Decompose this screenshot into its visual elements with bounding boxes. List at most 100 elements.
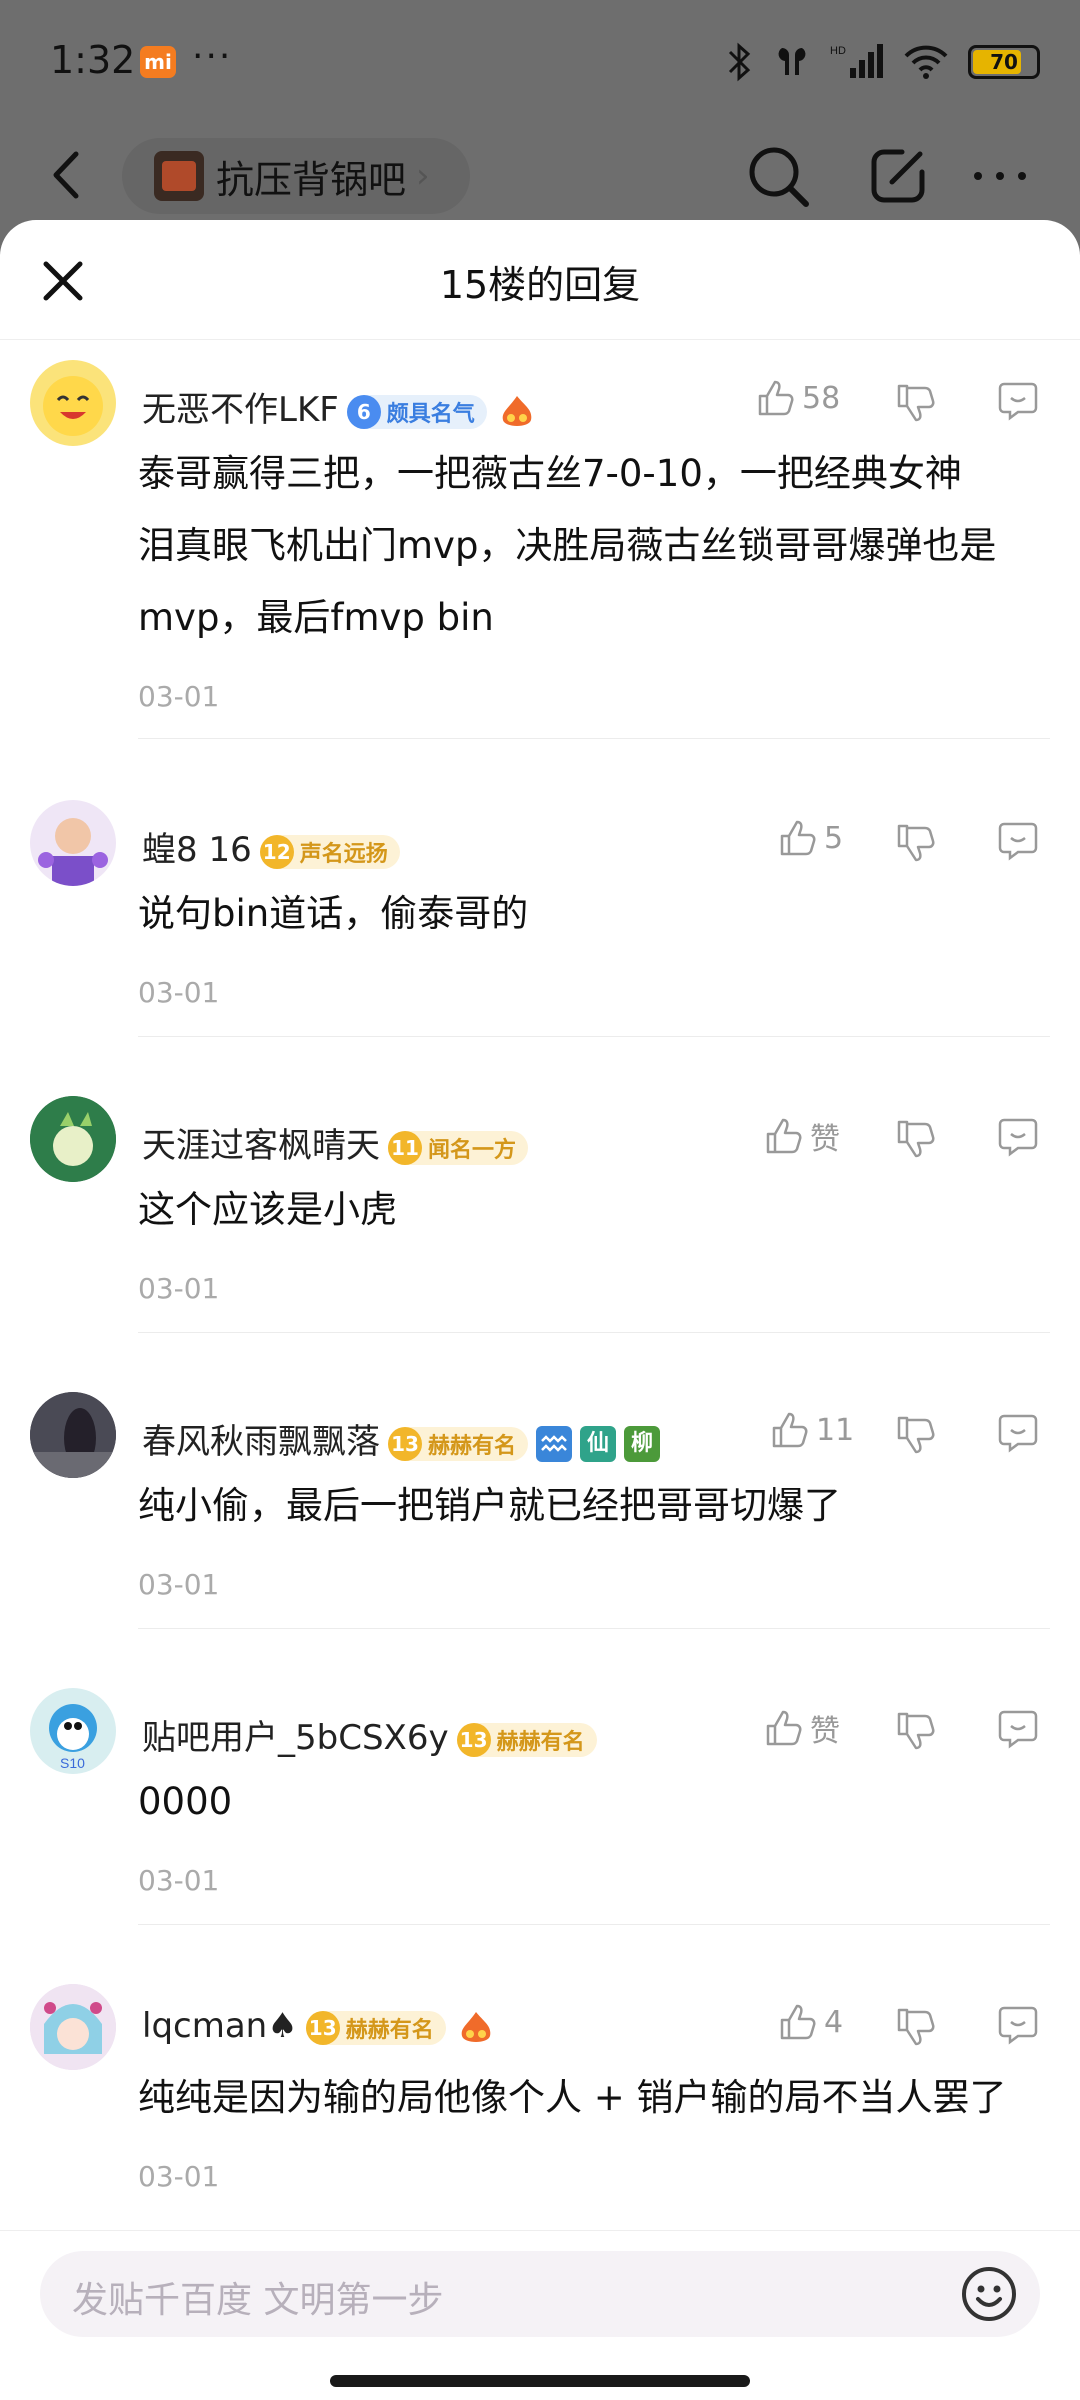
avatar[interactable] — [30, 800, 116, 886]
more-notifications-icon: ··· — [192, 36, 233, 77]
level-title: 赫赫有名 — [496, 1729, 585, 1755]
comment-date: 03-01 — [138, 1272, 220, 1305]
reply-bubble-icon[interactable] — [996, 818, 1040, 862]
like-button[interactable]: 赞 — [764, 1114, 840, 1158]
comment-item: lqcman♠ 13 赫赫有名 4 纯纯是因为输的局他像个人 + 销户输的局不当人罢… — [0, 1984, 1080, 2244]
comment-line: 说句bin道话，偷泰哥的 — [138, 892, 529, 935]
avatar[interactable]: S10 — [30, 1688, 116, 1774]
level-title: 赫赫有名 — [428, 1433, 517, 1459]
username[interactable]: 天涯过客枫晴天 11 闻名一方 — [142, 1118, 529, 1167]
thumb-up-icon — [780, 2004, 816, 2040]
reply-bubble-icon[interactable] — [996, 1114, 1040, 1158]
status-icons: HD 70 — [724, 40, 1040, 84]
thumb-up-icon — [766, 1118, 802, 1154]
level-badge: 13 赫赫有名 — [456, 1722, 597, 1757]
thumb-up-icon — [766, 1710, 802, 1746]
xian-badge: 仙 — [580, 1425, 617, 1462]
comment-date: 03-01 — [138, 2160, 220, 2193]
avatar[interactable] — [30, 360, 116, 446]
comment-text: 说句bin道话，偷泰哥的 — [138, 878, 1044, 950]
thumb-down-icon[interactable] — [893, 2004, 937, 2048]
status-time: 1:32 — [50, 38, 136, 82]
avatar[interactable] — [30, 1392, 116, 1478]
reply-input[interactable]: 发贴千百度 文明第一步 — [40, 2251, 1040, 2337]
level-title: 赫赫有名 — [345, 2017, 434, 2043]
home-indicator[interactable] — [330, 2375, 750, 2387]
level-number: 6 — [346, 394, 381, 429]
emoji-icon[interactable] — [960, 2265, 1018, 2323]
comment-text: 这个应该是小虎 — [138, 1174, 1044, 1246]
more-icon[interactable] — [964, 140, 1036, 212]
username[interactable]: 春风秋雨飘飘落 13 赫赫有名 仙柳 — [142, 1414, 661, 1463]
level-number: 12 — [259, 834, 294, 869]
comment-text: 纯小偷，最后一把销户就已经把哥哥切爆了 — [138, 1470, 1044, 1542]
chevron-right-icon: › — [416, 156, 430, 196]
level-number: 11 — [388, 1130, 422, 1165]
level-badge: 6 颇具名气 — [346, 394, 487, 429]
reply-bubble-icon[interactable] — [996, 378, 1040, 422]
level-badge: 11 闻名一方 — [388, 1130, 529, 1165]
divider — [138, 1628, 1050, 1629]
divider — [138, 1924, 1050, 1925]
fire-badge-icon — [461, 2011, 491, 2042]
search-icon[interactable] — [742, 140, 814, 212]
comment-text: 0000 — [138, 1766, 1044, 1838]
aquarius-badge-icon — [536, 1425, 573, 1462]
edit-icon[interactable] — [862, 140, 934, 212]
thumb-down-icon[interactable] — [893, 1708, 937, 1752]
like-button[interactable]: 5 — [778, 818, 843, 858]
reply-bubble-icon[interactable] — [996, 1706, 1040, 1750]
reply-bubble-icon[interactable] — [996, 2002, 1040, 2046]
like-button[interactable]: 58 — [756, 378, 840, 418]
thumb-down-icon[interactable] — [893, 1116, 937, 1160]
battery-icon: 70 — [968, 45, 1040, 79]
username[interactable]: 贴吧用户_5bCSX6y 13 赫赫有名 — [142, 1710, 597, 1759]
like-count: 4 — [824, 2004, 844, 2040]
comment-item: S10 贴吧用户_5bCSX6y 13 赫赫有名 赞 0000 03-01 — [0, 1688, 1080, 1988]
thumb-up-icon — [758, 380, 794, 416]
comment-line: 纯纯是因为输的局他像个人 + 销户输的局不当人罢了 — [138, 2076, 1007, 2119]
svg-text:HD: HD — [830, 45, 846, 57]
comment-line: 泰哥赢得三把，一把薇古丝7-0-10，一把经典女神 — [138, 452, 962, 495]
level-number: 13 — [305, 2010, 340, 2045]
thumb-down-icon[interactable] — [893, 1412, 937, 1456]
thumb-down-icon[interactable] — [893, 820, 937, 864]
reply-bubble-icon[interactable] — [996, 1410, 1040, 1454]
liu-badge: 柳 — [624, 1425, 661, 1462]
back-icon[interactable] — [40, 140, 100, 210]
forum-avatar — [154, 151, 204, 201]
comment-line: mvp，最后fmvp bin — [138, 596, 494, 639]
like-count: 58 — [802, 380, 841, 416]
comment-item: 春风秋雨飘飘落 13 赫赫有名 仙柳 11 纯小偷，最后一把销户就已经把哥哥切爆了 0… — [0, 1392, 1080, 1692]
username[interactable]: 无恶不作LKF 6 颇具名气 — [142, 382, 537, 431]
avatar[interactable] — [30, 1984, 116, 2070]
thumb-down-icon[interactable] — [893, 380, 937, 424]
wifi-icon — [904, 45, 948, 79]
divider — [138, 738, 1050, 739]
comment-text: 泰哥赢得三把，一把薇古丝7-0-10，一把经典女神 泪真眼飞机出门mvp，决胜局… — [138, 438, 1044, 654]
level-badge: 12 声名远扬 — [259, 834, 400, 869]
username-text: lqcman♠ — [142, 2006, 298, 2046]
divider — [138, 1036, 1050, 1037]
username[interactable]: 蝗8 16 12 声名远扬 — [142, 822, 400, 871]
like-button[interactable]: 赞 — [764, 1706, 840, 1750]
avatar[interactable] — [30, 1096, 116, 1182]
like-button[interactable]: 4 — [778, 2002, 843, 2042]
comment-text: 纯纯是因为输的局他像个人 + 销户输的局不当人罢了 — [138, 2062, 1044, 2134]
username[interactable]: lqcman♠ 13 赫赫有名 — [142, 2006, 496, 2046]
mi-notification-icon: mi — [140, 46, 176, 78]
battery-level: 70 — [990, 50, 1018, 74]
fire-badge-icon — [502, 395, 532, 426]
username-text: 蝗8 16 — [142, 830, 252, 870]
thumb-up-icon — [772, 1412, 808, 1448]
level-title: 闻名一方 — [428, 1137, 517, 1163]
forum-name: 抗压背锅吧 — [216, 157, 407, 202]
like-button[interactable]: 11 — [770, 1410, 854, 1450]
forum-pill[interactable]: 抗压背锅吧 › — [122, 138, 470, 214]
comment-date: 03-01 — [138, 1568, 220, 1601]
level-badge: 13 赫赫有名 — [388, 1426, 529, 1461]
sheet-title: 15楼的回复 — [439, 263, 641, 307]
comment-date: 03-01 — [138, 976, 220, 1009]
comment-item: 无恶不作LKF 6 颇具名气 58 泰哥赢得三把，一把薇古丝7-0-10，一把经典女… — [0, 360, 1080, 740]
thumb-up-icon — [780, 820, 816, 856]
